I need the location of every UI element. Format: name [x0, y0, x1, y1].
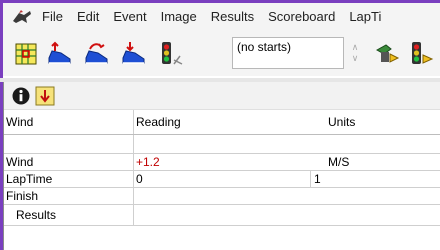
row-name: Results	[4, 205, 134, 225]
signal-arrow-button[interactable]	[407, 39, 437, 69]
header-reading[interactable]: Reading	[134, 110, 326, 134]
chevron-up-icon[interactable]: ∧	[352, 42, 359, 53]
row-units: M/S	[328, 155, 350, 169]
start-selector-spinner[interactable]: ∧ ∨	[343, 37, 367, 69]
row-reading[interactable]: 0	[134, 171, 326, 187]
row-name: Wind	[4, 154, 134, 170]
menu-laptime[interactable]: LapTi	[342, 9, 388, 24]
info-button[interactable]	[10, 85, 32, 107]
row-units	[326, 171, 440, 187]
start-selector-input[interactable]: (no starts)	[232, 37, 344, 69]
table-row-wind[interactable]: Wind +1.2 M/S	[4, 154, 440, 171]
menu-edit[interactable]: Edit	[70, 9, 106, 24]
grid-header-row: Wind Reading Units	[4, 110, 440, 135]
menu-bar: File Edit Event Image Results Scoreboard…	[3, 3, 440, 30]
panel-toolbar	[4, 82, 440, 110]
shoe-up-button[interactable]	[45, 39, 75, 69]
chevron-down-icon[interactable]: ∨	[352, 53, 359, 64]
blank-cell	[134, 135, 326, 153]
row-name: LapTime	[4, 171, 134, 187]
row-extra-value: 1	[310, 171, 321, 187]
camera-arrow-button[interactable]	[372, 39, 402, 69]
menu-event[interactable]: Event	[106, 9, 153, 24]
table-row-blank	[4, 135, 440, 154]
start-signal-button[interactable]	[157, 39, 187, 69]
table-row-results[interactable]: Results	[4, 205, 440, 226]
row-name: Finish	[4, 188, 134, 204]
sort-down-button[interactable]	[34, 85, 56, 107]
blank-cell	[4, 135, 134, 153]
results-panel: Wind Reading Units Wind +1.2 M/S LapTime…	[3, 82, 440, 250]
table-row-finish[interactable]: Finish	[4, 188, 440, 205]
row-units	[326, 205, 440, 225]
menu-results[interactable]: Results	[204, 9, 261, 24]
row-reading[interactable]: +1.2	[134, 154, 326, 170]
readings-grid: Wind Reading Units Wind +1.2 M/S LapTime…	[4, 110, 440, 226]
row-reading[interactable]	[134, 205, 326, 225]
app-window: File Edit Event Image Results Scoreboard…	[0, 0, 440, 250]
menu-scoreboard[interactable]: Scoreboard	[261, 9, 342, 24]
grid-target-button[interactable]	[11, 39, 41, 69]
row-reading[interactable]	[134, 188, 326, 204]
menu-image[interactable]: Image	[154, 9, 204, 24]
main-toolbar: (no starts) ∧ ∨	[3, 30, 440, 76]
header-units[interactable]: Units	[326, 110, 440, 134]
shoe-down-button[interactable]	[119, 39, 149, 69]
row-units	[326, 188, 440, 204]
menu-file[interactable]: File	[35, 9, 70, 24]
app-logo-icon[interactable]	[9, 7, 35, 27]
blank-cell	[326, 135, 440, 153]
shoe-swap-button[interactable]	[82, 39, 112, 69]
table-row-laptime[interactable]: LapTime 0 1	[4, 171, 440, 188]
header-name[interactable]: Wind	[4, 110, 134, 134]
